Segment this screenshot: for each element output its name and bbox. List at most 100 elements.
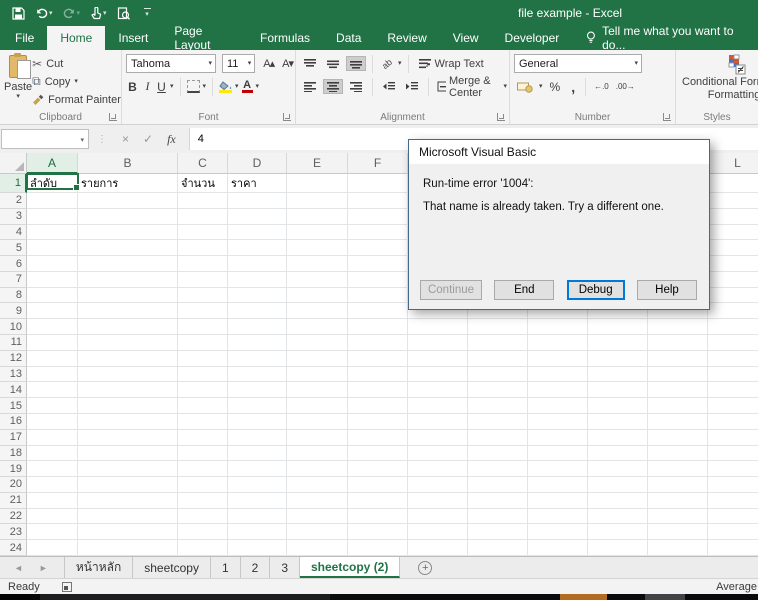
cell-K18[interactable] — [648, 446, 708, 462]
cell-A18[interactable] — [27, 446, 78, 462]
cell-J20[interactable] — [588, 477, 648, 493]
enter-icon[interactable]: ✓ — [136, 132, 160, 146]
cell-F4[interactable] — [348, 225, 408, 241]
cell-L18[interactable] — [708, 446, 758, 462]
align-bottom-button[interactable] — [346, 56, 366, 71]
row-header-4[interactable]: 4 — [0, 225, 27, 241]
cell-L5[interactable] — [708, 240, 758, 256]
cell-K22[interactable] — [648, 509, 708, 525]
cell-E11[interactable] — [287, 335, 348, 351]
sheet-tab-หน้าหลัก[interactable]: หน้าหลัก — [65, 557, 133, 578]
cell-D14[interactable] — [228, 382, 287, 398]
dropdown-icon[interactable]: ▾ — [103, 10, 107, 17]
cell-A19[interactable] — [27, 461, 78, 477]
cell-A14[interactable] — [27, 382, 78, 398]
cell-J17[interactable] — [588, 430, 648, 446]
cell-H15[interactable] — [468, 398, 528, 414]
cell-L7[interactable] — [708, 272, 758, 288]
cell-E13[interactable] — [287, 367, 348, 383]
dropdown-icon[interactable]: ▾ — [256, 83, 260, 90]
cell-E10[interactable] — [287, 319, 348, 335]
cell-F12[interactable] — [348, 351, 408, 367]
cell-H22[interactable] — [468, 509, 528, 525]
cell-F6[interactable] — [348, 256, 408, 272]
cell-E17[interactable] — [287, 430, 348, 446]
cell-I21[interactable] — [528, 493, 588, 509]
cell-L14[interactable] — [708, 382, 758, 398]
increase-decimal-icon[interactable]: ←.0 — [592, 83, 611, 91]
cell-E20[interactable] — [287, 477, 348, 493]
tab-file[interactable]: File — [2, 26, 47, 50]
tab-data[interactable]: Data — [323, 26, 374, 50]
insert-function-icon[interactable]: fx — [160, 132, 183, 147]
cell-L1[interactable] — [708, 174, 758, 193]
formula-bar-handle[interactable]: ⋮ — [89, 134, 115, 145]
cell-F9[interactable] — [348, 303, 408, 319]
cell-C15[interactable] — [178, 398, 228, 414]
cell-B7[interactable] — [78, 272, 178, 288]
row-header-8[interactable]: 8 — [0, 288, 27, 304]
cell-D1[interactable]: ราคา — [228, 174, 287, 193]
cell-F23[interactable] — [348, 524, 408, 540]
undo-icon[interactable]: ▾ — [32, 6, 56, 21]
column-header-L[interactable]: L — [708, 153, 758, 174]
cell-H24[interactable] — [468, 540, 528, 556]
cell-G11[interactable] — [408, 335, 468, 351]
dropdown-icon[interactable]: ▾ — [80, 137, 84, 144]
cell-L16[interactable] — [708, 414, 758, 430]
cell-I15[interactable] — [528, 398, 588, 414]
cell-A1[interactable]: ลำดับ — [27, 174, 78, 193]
cell-J10[interactable] — [588, 319, 648, 335]
cell-L21[interactable] — [708, 493, 758, 509]
cell-L12[interactable] — [708, 351, 758, 367]
cell-I23[interactable] — [528, 524, 588, 540]
cell-L20[interactable] — [708, 477, 758, 493]
cell-H13[interactable] — [468, 367, 528, 383]
cell-D17[interactable] — [228, 430, 287, 446]
cell-E12[interactable] — [287, 351, 348, 367]
align-middle-button[interactable] — [323, 56, 343, 71]
cell-D8[interactable] — [228, 288, 287, 304]
cell-A16[interactable] — [27, 414, 78, 430]
cell-F22[interactable] — [348, 509, 408, 525]
cell-E1[interactable] — [287, 174, 348, 193]
cell-B20[interactable] — [78, 477, 178, 493]
cell-K20[interactable] — [648, 477, 708, 493]
cell-F21[interactable] — [348, 493, 408, 509]
cell-K16[interactable] — [648, 414, 708, 430]
cell-B17[interactable] — [78, 430, 178, 446]
underline-button[interactable]: U — [156, 80, 167, 94]
align-left-button[interactable] — [300, 79, 320, 94]
cell-B16[interactable] — [78, 414, 178, 430]
cell-A21[interactable] — [27, 493, 78, 509]
cell-G19[interactable] — [408, 461, 468, 477]
tab-insert[interactable]: Insert — [105, 26, 161, 50]
font-dialog-launcher-icon[interactable] — [283, 113, 291, 121]
cell-A17[interactable] — [27, 430, 78, 446]
cell-J22[interactable] — [588, 509, 648, 525]
align-right-button[interactable] — [346, 79, 366, 94]
cell-G17[interactable] — [408, 430, 468, 446]
cell-L23[interactable] — [708, 524, 758, 540]
cell-F16[interactable] — [348, 414, 408, 430]
cell-B13[interactable] — [78, 367, 178, 383]
cell-G18[interactable] — [408, 446, 468, 462]
column-header-A[interactable]: A — [27, 153, 78, 174]
cell-E19[interactable] — [287, 461, 348, 477]
cell-L15[interactable] — [708, 398, 758, 414]
cell-K14[interactable] — [648, 382, 708, 398]
cell-E6[interactable] — [287, 256, 348, 272]
cell-A12[interactable] — [27, 351, 78, 367]
borders-icon[interactable] — [187, 80, 200, 93]
italic-button[interactable]: I — [142, 79, 153, 94]
cell-D12[interactable] — [228, 351, 287, 367]
debug-button[interactable]: Debug — [567, 280, 625, 300]
grow-font-icon[interactable]: A▴ — [263, 57, 274, 70]
column-header-B[interactable]: B — [78, 153, 178, 174]
row-header-3[interactable]: 3 — [0, 209, 27, 225]
cell-I20[interactable] — [528, 477, 588, 493]
cell-A11[interactable] — [27, 335, 78, 351]
cell-J24[interactable] — [588, 540, 648, 556]
cell-L4[interactable] — [708, 225, 758, 241]
cell-E18[interactable] — [287, 446, 348, 462]
